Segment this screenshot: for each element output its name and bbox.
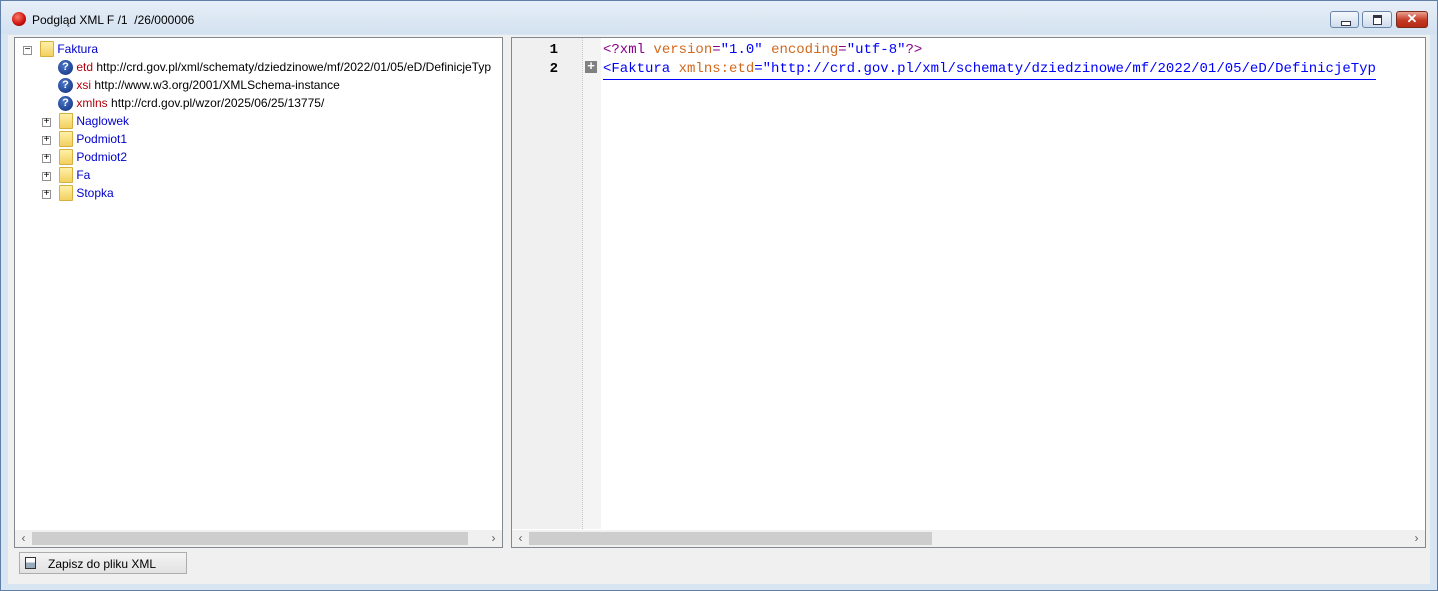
tree-item-naglowek[interactable]: Naglowek [59, 112, 129, 130]
attr-name: xmlns [76, 96, 108, 110]
close-button[interactable]: ✕ [1396, 11, 1428, 28]
collapse-toggle[interactable]: − [23, 44, 32, 55]
scroll-thumb[interactable] [32, 532, 468, 545]
maximize-button[interactable] [1362, 11, 1392, 28]
xml-source-panel[interactable]: 1 2 + <?xml version="1.0" encoding="utf-… [511, 37, 1426, 548]
folder-icon [59, 149, 73, 165]
line-number-gutter: 1 2 [512, 38, 582, 529]
scroll-right-arrow-icon[interactable]: › [1408, 530, 1425, 547]
xml-attr-value: "1.0" [720, 42, 763, 58]
attr-value: http://www.w3.org/2001/XMLSchema-instanc… [94, 78, 340, 92]
tree-attr-xmlns[interactable]: ? xmlns http://crd.gov.pl/wzor/2025/06/2… [58, 94, 324, 112]
fold-margin [582, 38, 601, 529]
xml-attr-name: encoding [771, 42, 839, 58]
window-title: Podgląd XML F /1 /26/000006 [32, 13, 195, 27]
tree-item-label: Faktura [57, 42, 99, 56]
app-logo-icon [12, 12, 26, 26]
folder-icon [59, 131, 73, 147]
save-disk-icon [25, 557, 36, 569]
xml-attr-name: version [653, 42, 713, 58]
attr-name: etd [76, 60, 94, 74]
tree-item-stopka[interactable]: Stopka [59, 184, 114, 202]
xml-equals: = [712, 42, 721, 58]
folder-icon [40, 41, 54, 57]
minimize-button[interactable] [1330, 11, 1359, 28]
code-line-1: <?xml version="1.0" encoding="utf-8"?> [603, 41, 922, 60]
code-line-2: <Faktura xmlns:etd="http://crd.gov.pl/xm… [603, 60, 1376, 80]
maximize-icon [1373, 15, 1382, 25]
folder-icon [59, 113, 73, 129]
expand-toggle[interactable]: + [42, 188, 51, 199]
tree-item-fa[interactable]: Fa [59, 166, 90, 184]
line-number: 2 [549, 61, 558, 77]
attribute-question-icon: ? [58, 78, 73, 93]
scroll-thumb[interactable] [529, 532, 932, 545]
tree-item-podmiot2[interactable]: Podmiot2 [59, 148, 127, 166]
xml-equals: = [838, 42, 847, 58]
tree-item-label: Naglowek [76, 114, 130, 128]
tree-item-faktura[interactable]: Faktura [40, 40, 98, 58]
attr-value: http://crd.gov.pl/xml/schematy/dziedzino… [96, 60, 492, 74]
attr-value: http://crd.gov.pl/wzor/2025/06/25/13775/ [111, 96, 325, 110]
scroll-right-arrow-icon[interactable]: › [485, 530, 502, 547]
xml-attr-value: "utf-8" [846, 42, 906, 58]
xml-preview-window: Podgląd XML F /1 /26/000006 ✕ − Faktura … [0, 0, 1438, 591]
expand-toggle[interactable]: + [42, 116, 51, 127]
xml-attr-value: "http://crd.gov.pl/xml/schematy/dziedzin… [762, 61, 1376, 77]
line-number: 1 [549, 42, 558, 58]
folder-icon [59, 185, 73, 201]
tree-horizontal-scrollbar[interactable]: ‹ › [15, 530, 502, 547]
tree-item-label: Stopka [76, 186, 114, 200]
tree-item-label: Podmiot2 [76, 150, 128, 164]
folder-icon [59, 167, 73, 183]
attribute-question-icon: ? [58, 96, 73, 111]
xml-tree-panel[interactable]: − Faktura ? etd http://crd.gov.pl/xml/sc… [14, 37, 503, 548]
save-xml-button[interactable]: Zapisz do pliku XML [19, 552, 187, 574]
expand-toggle[interactable]: + [42, 170, 51, 181]
scroll-left-arrow-icon[interactable]: ‹ [15, 530, 32, 547]
expand-toggle[interactable]: + [42, 152, 51, 163]
xml-declaration-close: ?> [905, 42, 923, 58]
attribute-question-icon: ? [58, 60, 73, 75]
tree-attr-etd[interactable]: ? etd http://crd.gov.pl/xml/schematy/dzi… [58, 58, 491, 76]
expand-fold-icon[interactable]: + [585, 58, 597, 73]
xml-tag-open: <Faktura [603, 61, 671, 77]
xml-equals: = [754, 61, 763, 77]
save-xml-button-label: Zapisz do pliku XML [48, 557, 157, 571]
close-icon: ✕ [1406, 11, 1418, 26]
expand-toggle[interactable]: + [42, 134, 51, 145]
footer-bar: Zapisz do pliku XML [8, 548, 1430, 584]
minimize-icon [1341, 21, 1351, 26]
title-bar[interactable]: Podgląd XML F /1 /26/000006 ✕ [1, 1, 1437, 34]
tree-item-label: Fa [76, 168, 91, 182]
tree-attr-xsi[interactable]: ? xsi http://www.w3.org/2001/XMLSchema-i… [58, 76, 340, 94]
xml-horizontal-scrollbar[interactable]: ‹ › [512, 530, 1425, 547]
tree-item-podmiot1[interactable]: Podmiot1 [59, 130, 127, 148]
attr-name: xsi [76, 78, 92, 92]
xml-attr-name: xmlns:etd [678, 61, 755, 77]
client-area: − Faktura ? etd http://crd.gov.pl/xml/sc… [8, 35, 1430, 584]
scroll-left-arrow-icon[interactable]: ‹ [512, 530, 529, 547]
tree-item-label: Podmiot1 [76, 132, 128, 146]
xml-declaration-open: <?xml [603, 42, 646, 58]
